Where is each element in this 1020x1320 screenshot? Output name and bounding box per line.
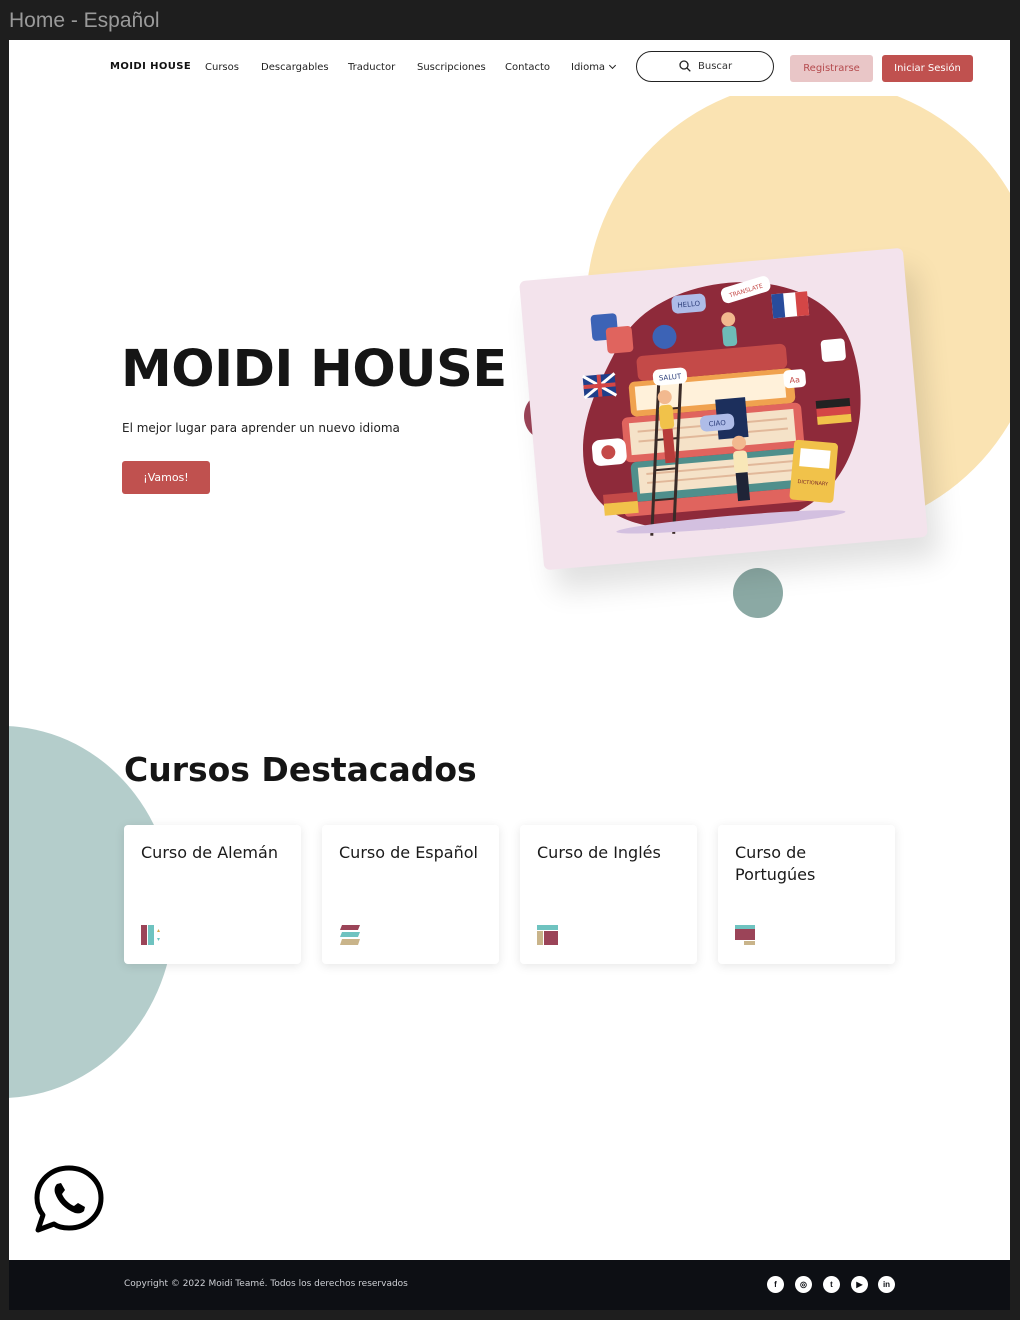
- window-title: Home - Español: [9, 9, 160, 32]
- search-icon: [679, 60, 691, 72]
- copyright-text: Copyright © 2022 Moidi Teamé. Todos los …: [124, 1279, 408, 1289]
- top-navbar: MOIDI HOUSE Cursos Descargables Traducto…: [9, 40, 1010, 96]
- youtube-icon[interactable]: ▶: [851, 1276, 868, 1293]
- linkedin-icon[interactable]: in: [878, 1276, 895, 1293]
- footer: Copyright © 2022 Moidi Teamé. Todos los …: [9, 1260, 1010, 1310]
- search-input[interactable]: Buscar: [636, 51, 774, 82]
- course-card-title: Curso de Portugúes: [735, 843, 816, 884]
- hero-subtitle: El mejor lugar para aprender un nuevo id…: [122, 421, 400, 435]
- stack-layers-icon: [340, 925, 360, 945]
- course-card-portugues[interactable]: Curso de Portugúes: [718, 825, 895, 964]
- nav-link-suscripciones[interactable]: Suscripciones: [417, 62, 486, 73]
- nav-link-cursos[interactable]: Cursos: [205, 62, 239, 73]
- register-button[interactable]: Registrarse: [790, 55, 873, 82]
- book-columns-icon: [141, 925, 160, 945]
- course-card-espanol[interactable]: Curso de Español: [322, 825, 499, 964]
- nav-link-contacto[interactable]: Contacto: [505, 62, 550, 73]
- featured-courses-title: Cursos Destacados: [124, 750, 477, 789]
- course-card-title: Curso de Alemán: [141, 843, 278, 862]
- facebook-icon[interactable]: f: [767, 1276, 784, 1293]
- hero-illustration: HELLO TRANSLATE SALUT CIAO Aa DICTIONARY: [519, 247, 928, 571]
- illustration-word-ciao: CIAO: [708, 419, 726, 429]
- layout-icon: [537, 925, 558, 945]
- page: MOIDI HOUSE Cursos Descargables Traducto…: [9, 40, 1010, 1310]
- twitter-icon[interactable]: t: [823, 1276, 840, 1293]
- course-card-aleman[interactable]: Curso de Alemán: [124, 825, 301, 964]
- hero-cta-button[interactable]: ¡Vamos!: [122, 461, 210, 494]
- chevron-down-icon: [609, 61, 617, 70]
- hero-title: MOIDI HOUSE: [121, 340, 507, 399]
- monitor-icon: [735, 925, 755, 945]
- nav-link-descargables[interactable]: Descargables: [261, 62, 329, 73]
- whatsapp-icon[interactable]: [33, 1164, 105, 1234]
- language-learning-illustration: HELLO TRANSLATE SALUT CIAO Aa DICTIONARY: [581, 276, 861, 536]
- instagram-icon[interactable]: ◎: [795, 1276, 812, 1293]
- nav-link-traductor[interactable]: Traductor: [348, 62, 395, 73]
- illustration-word-aa: Aa: [789, 375, 800, 385]
- decorative-green-dot: [733, 568, 783, 618]
- course-card-title: Curso de Inglés: [537, 843, 661, 862]
- course-card-ingles[interactable]: Curso de Inglés: [520, 825, 697, 964]
- language-label: Idioma: [571, 62, 606, 73]
- login-button[interactable]: Iniciar Sesión: [882, 55, 973, 82]
- language-dropdown[interactable]: Idioma: [571, 61, 617, 73]
- brand-logo[interactable]: MOIDI HOUSE: [110, 61, 191, 72]
- course-card-title: Curso de Español: [339, 843, 478, 862]
- search-placeholder: Buscar: [698, 61, 733, 72]
